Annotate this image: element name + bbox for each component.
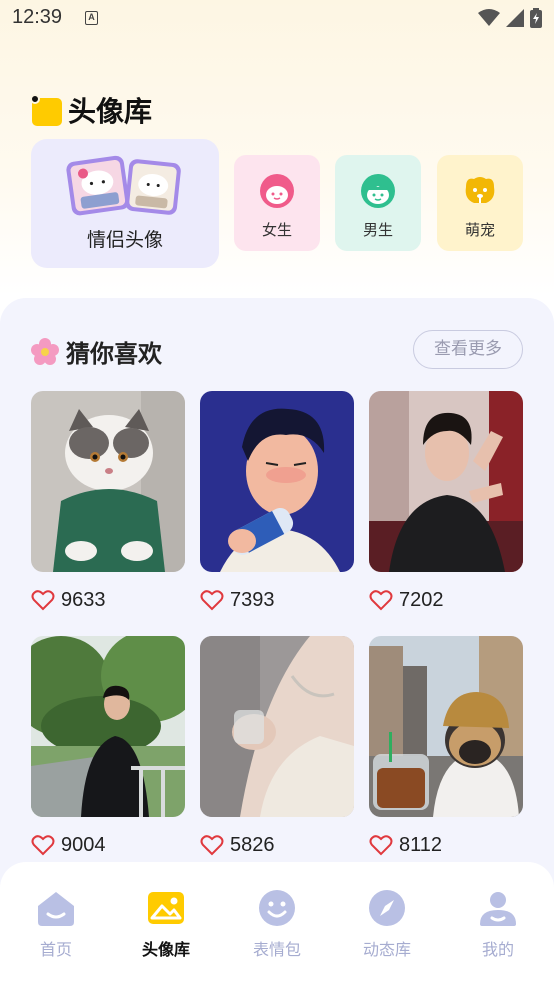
heart-icon — [200, 590, 224, 611]
view-more-button[interactable]: 查看更多 — [413, 330, 523, 369]
category-pet-label: 萌宠 — [464, 221, 495, 239]
nav-label: 动态库 — [362, 940, 411, 959]
compass-icon — [369, 890, 405, 926]
nav-label: 表情包 — [252, 940, 301, 959]
nav-item-stickers[interactable]: 表情包 — [232, 888, 322, 960]
pet-icon — [465, 177, 495, 203]
avatar-image — [369, 636, 523, 817]
battery-icon — [530, 8, 542, 28]
signal-icon — [506, 9, 524, 27]
category-girl-card[interactable]: 女生 — [234, 155, 320, 251]
heart-icon — [200, 835, 224, 856]
nav-item-moments[interactable]: 动态库 — [342, 888, 432, 960]
gallery-icon — [148, 892, 184, 924]
girl-icon — [260, 174, 294, 208]
couple-avatars-image — [66, 155, 181, 216]
nav-item-profile[interactable]: 我的 — [453, 888, 543, 960]
like-count-value: 7393 — [230, 588, 275, 611]
avatar-image — [200, 391, 354, 572]
like-count-value: 9004 — [61, 833, 106, 856]
nav-label: 首页 — [39, 940, 72, 959]
home-icon — [38, 892, 74, 926]
category-couple-label: 情侣头像 — [86, 229, 163, 251]
avatar-image — [31, 391, 185, 572]
nav-item-home[interactable]: 首页 — [11, 888, 101, 960]
avatar-tile-woman-glass[interactable] — [200, 636, 354, 817]
like-count[interactable]: 9004 — [31, 832, 106, 858]
avatar-image — [200, 636, 354, 817]
like-count[interactable]: 5826 — [200, 832, 275, 858]
avatar-image — [31, 636, 185, 817]
like-count-value: 7202 — [399, 588, 444, 611]
nav-item-avatar-library[interactable]: 头像库 — [121, 888, 211, 960]
nav-label: 我的 — [481, 940, 514, 959]
heart-icon — [369, 590, 393, 611]
like-count-value: 9633 — [61, 588, 106, 611]
heart-icon — [31, 590, 55, 611]
avatar-image — [369, 391, 523, 572]
like-count[interactable]: 7393 — [200, 587, 275, 613]
boy-icon — [361, 174, 395, 208]
category-boy-label: 男生 — [362, 221, 393, 239]
heart-icon — [31, 835, 55, 856]
flower-icon — [31, 337, 59, 365]
avatar-tile-pug[interactable] — [369, 636, 523, 817]
status-bar: 12:39 A — [0, 0, 554, 38]
status-indicators — [478, 8, 542, 28]
notification-icon: A — [85, 11, 98, 25]
library-logo-icon — [30, 94, 62, 126]
category-boy-card[interactable]: 男生 — [335, 155, 421, 251]
profile-icon — [480, 892, 516, 926]
smiley-icon — [259, 890, 295, 926]
avatar-tile-cat[interactable] — [31, 391, 185, 572]
avatar-tile-man-park[interactable] — [31, 636, 185, 817]
avatar-tile-man-cafe[interactable] — [369, 391, 523, 572]
page-header: 头像库 — [30, 90, 152, 130]
wifi-icon — [478, 9, 500, 26]
category-couple-card[interactable]: 情侣头像 — [31, 139, 219, 268]
like-count[interactable]: 8112 — [369, 832, 442, 858]
page-title: 头像库 — [68, 95, 153, 128]
recommend-header: 猜你喜欢 — [30, 334, 162, 369]
like-count-value: 8112 — [399, 833, 443, 856]
like-count[interactable]: 7202 — [369, 587, 444, 613]
nav-label: 头像库 — [141, 940, 190, 959]
status-time: 12:39 — [12, 6, 63, 28]
like-count[interactable]: 9633 — [31, 587, 106, 613]
like-count-value: 5826 — [230, 833, 275, 856]
category-girl-label: 女生 — [261, 221, 292, 239]
heart-icon — [369, 835, 393, 856]
recommend-title: 猜你喜欢 — [66, 340, 162, 368]
avatar-tile-illustration[interactable] — [200, 391, 354, 572]
category-pet-card[interactable]: 萌宠 — [437, 155, 523, 251]
